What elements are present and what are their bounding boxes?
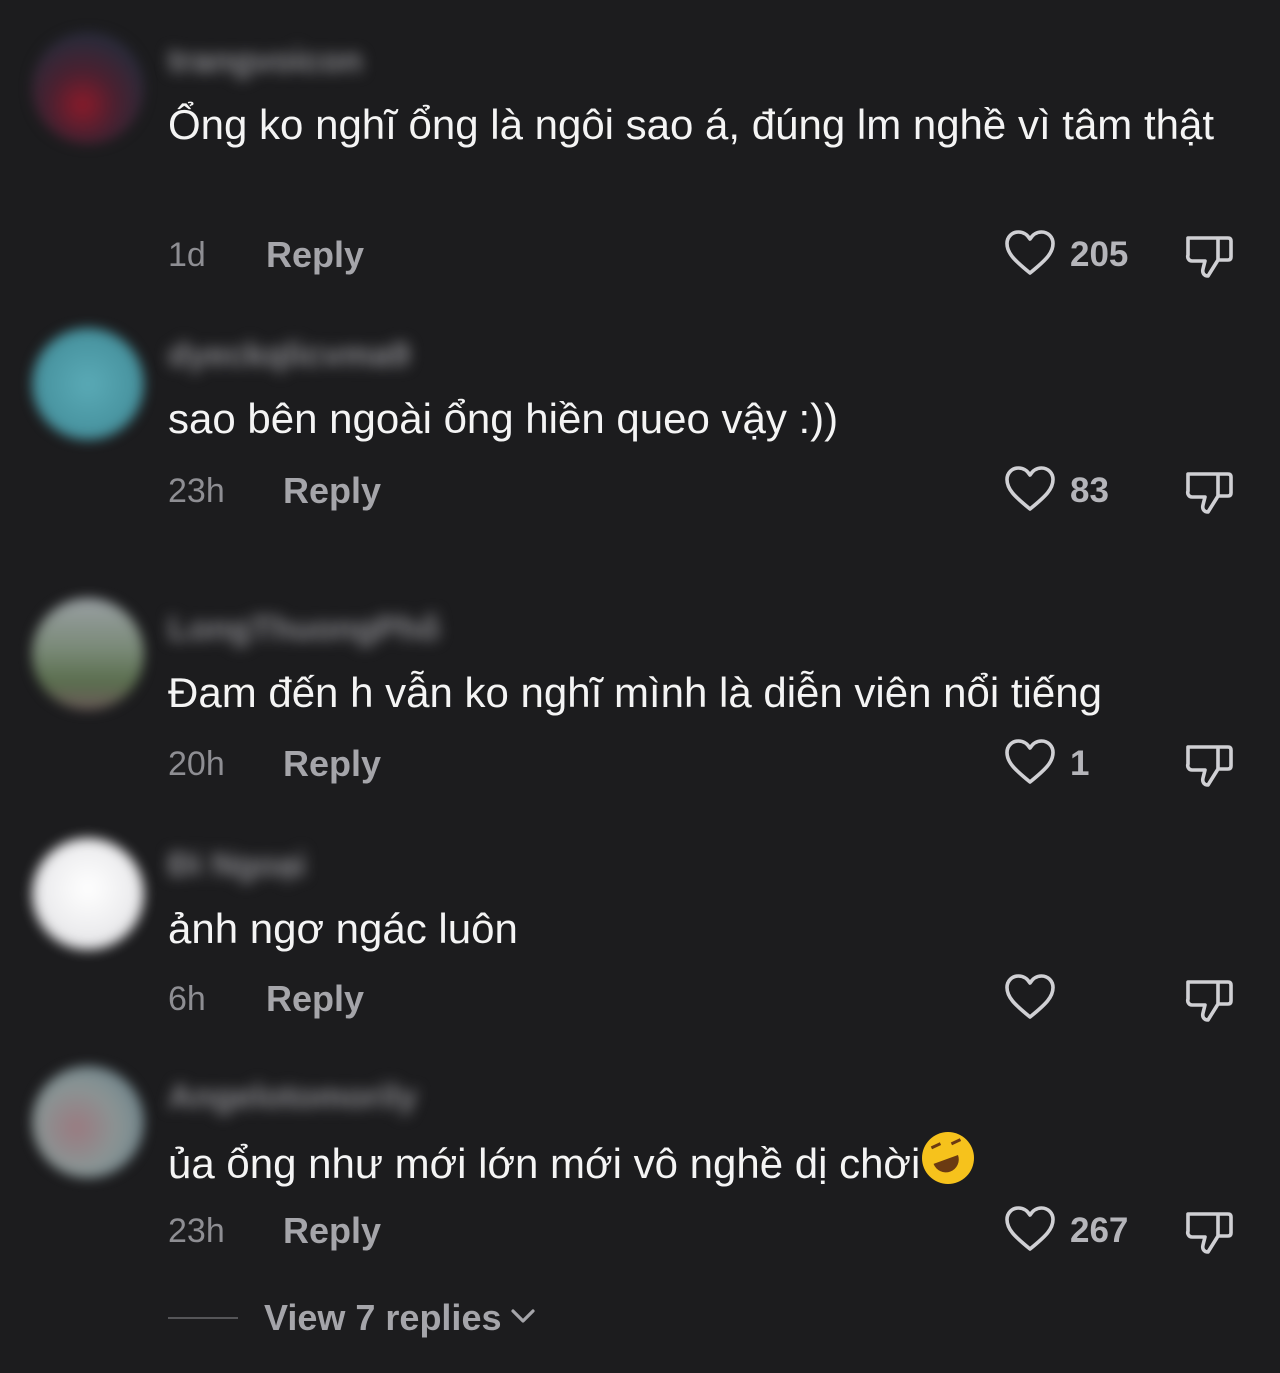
- comment-meta: 1d Reply: [168, 230, 364, 280]
- like-count: 267: [1070, 1211, 1129, 1250]
- heart-icon: [1004, 973, 1056, 1026]
- dislike-button[interactable]: [1182, 1206, 1236, 1256]
- comment-meta: 23h Reply: [168, 466, 381, 516]
- like-button[interactable]: 83: [1004, 465, 1109, 518]
- avatar[interactable]: [32, 328, 144, 440]
- avatar[interactable]: [32, 1066, 144, 1178]
- comment-time: 23h: [168, 471, 225, 510]
- divider-line: [168, 1317, 238, 1319]
- username[interactable]: trangvoicon: [168, 42, 363, 80]
- thumbs-down-icon: [1182, 236, 1236, 284]
- like-button[interactable]: 205: [1004, 229, 1129, 282]
- comment-text-body: ủa ổng như mới lớn mới vô nghề dị chời: [168, 1140, 921, 1187]
- thumbs-down-icon: [1182, 980, 1236, 1028]
- username[interactable]: Angelotomorily: [168, 1078, 417, 1116]
- heart-icon: [1004, 738, 1056, 791]
- chevron-down-icon: [501, 1306, 537, 1331]
- thumbs-down-icon: [1182, 472, 1236, 520]
- like-button[interactable]: 1: [1004, 738, 1090, 791]
- heart-icon: [1004, 229, 1056, 282]
- comment-meta: 20h Reply: [168, 739, 381, 789]
- thumbs-down-icon: [1182, 745, 1236, 793]
- reply-button[interactable]: Reply: [283, 470, 381, 512]
- like-count: 205: [1070, 235, 1129, 274]
- avatar[interactable]: [32, 598, 144, 710]
- heart-icon: [1004, 465, 1056, 518]
- comment-text: ảnh ngơ ngác luôn: [168, 905, 518, 952]
- comment-text: Đam đến h vẫn ko nghĩ mình là diễn viên …: [168, 669, 1102, 716]
- dislike-button[interactable]: [1182, 466, 1236, 516]
- avatar[interactable]: [32, 838, 144, 950]
- heart-icon: [1004, 1205, 1056, 1258]
- comment-time: 6h: [168, 979, 206, 1018]
- comment-list: trangvoicon Ổng ko nghĩ ổng là ngôi sao …: [0, 0, 1280, 1373]
- comment-text: ủa ổng như mới lớn mới vô nghề dị chời: [168, 1132, 1248, 1193]
- avatar[interactable]: [32, 32, 144, 144]
- username[interactable]: Đi Ngoại: [168, 846, 306, 884]
- comment-time: 1d: [168, 235, 206, 274]
- like-count: 1: [1070, 744, 1090, 783]
- dislike-button[interactable]: [1182, 230, 1236, 280]
- username[interactable]: LongThuongPhố: [168, 610, 440, 648]
- reply-button[interactable]: Reply: [266, 978, 364, 1020]
- comment-meta: 23h Reply: [168, 1206, 381, 1256]
- view-replies-button[interactable]: View 7 replies: [168, 1296, 537, 1340]
- like-count: 83: [1070, 471, 1109, 510]
- dislike-button[interactable]: [1182, 739, 1236, 789]
- dislike-button[interactable]: [1182, 974, 1236, 1024]
- reply-button[interactable]: Reply: [283, 1210, 381, 1252]
- comment-text: sao bên ngoài ổng hiền queo vậy :)): [168, 395, 839, 442]
- comment-time: 20h: [168, 744, 225, 783]
- comment-text: Ổng ko nghĩ ổng là ngôi sao á, đúng lm n…: [168, 101, 1215, 148]
- username[interactable]: dyeckqlicvma9: [168, 336, 410, 374]
- like-button[interactable]: [1004, 973, 1070, 1026]
- comment-meta: 6h Reply: [168, 974, 364, 1024]
- like-button[interactable]: 267: [1004, 1205, 1129, 1258]
- reply-button[interactable]: Reply: [266, 234, 364, 276]
- thumbs-down-icon: [1182, 1212, 1236, 1260]
- rolling-on-floor-laughing-emoji: [922, 1132, 975, 1184]
- reply-button[interactable]: Reply: [283, 743, 381, 785]
- view-replies-label: View 7 replies: [264, 1297, 502, 1338]
- comment-time: 23h: [168, 1211, 225, 1250]
